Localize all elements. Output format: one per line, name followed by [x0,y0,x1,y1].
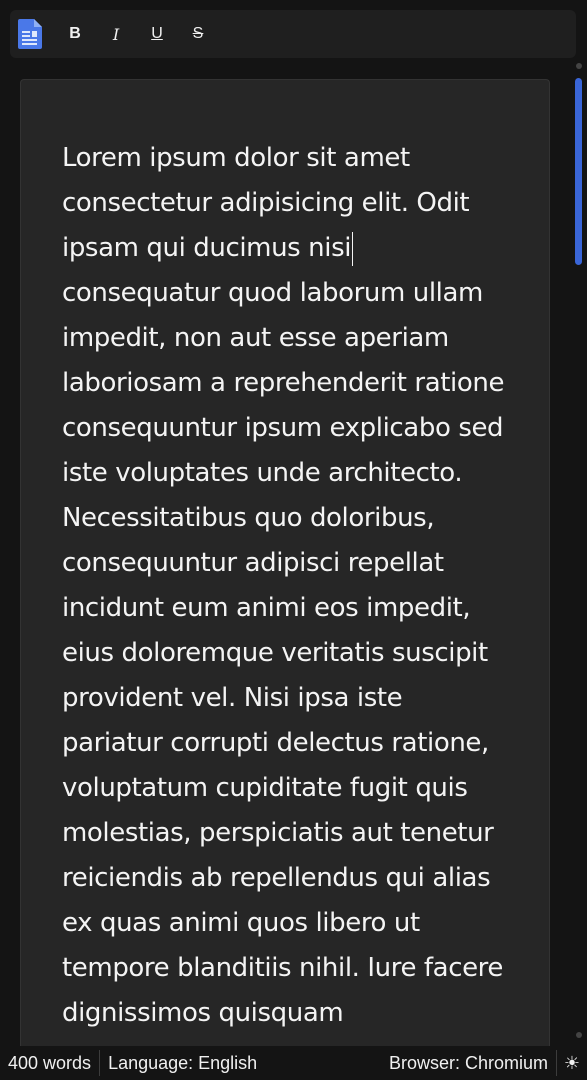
editor-text-before-caret: Lorem ipsum dolor sit amet consectetur a… [62,143,470,263]
bold-button[interactable]: B [56,19,94,49]
status-bar: 400 words Language: English Browser: Chr… [0,1046,587,1080]
scroll-up-indicator[interactable] [576,63,582,69]
italic-button[interactable]: I [97,19,135,49]
scroll-down-indicator[interactable] [576,1032,582,1038]
editor-text-after-caret: consequatur quod laborum ullam impedit, … [62,278,505,1028]
formatting-toolbar: B I U S [10,10,576,58]
underline-button[interactable]: U [138,19,176,49]
language-indicator[interactable]: Language: English [100,1053,257,1074]
vertical-scrollbar[interactable] [573,60,585,1044]
sun-icon[interactable]: ☀ [557,1046,587,1080]
browser-indicator: Browser: Chromium [388,1052,548,1073]
document-icon[interactable] [18,19,42,49]
strikethrough-button[interactable]: S [179,19,217,49]
text-caret [352,231,354,266]
text-editor[interactable]: Lorem ipsum dolor sit amet consectetur a… [20,79,550,1080]
editor-content[interactable]: Lorem ipsum dolor sit amet consectetur a… [62,136,509,1036]
word-count: 400 words [8,1052,92,1073]
scrollbar-thumb[interactable] [575,78,582,265]
